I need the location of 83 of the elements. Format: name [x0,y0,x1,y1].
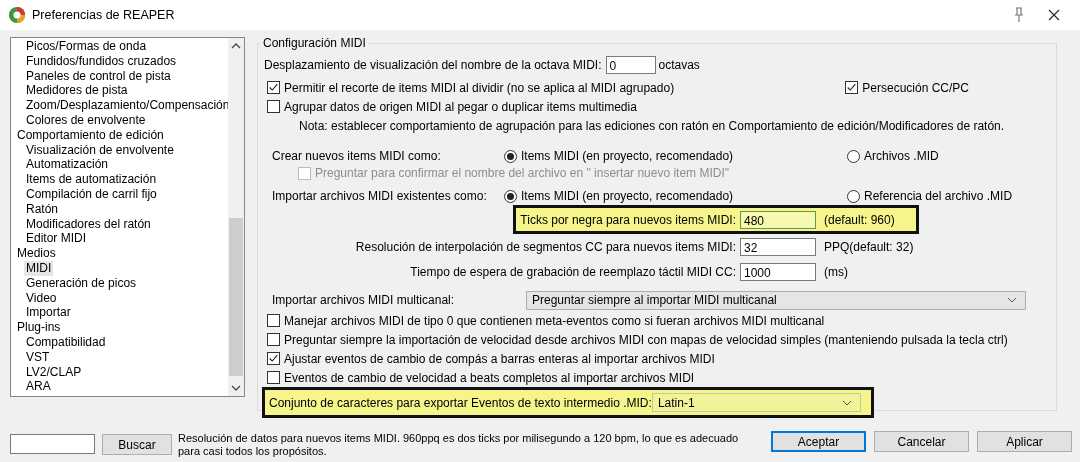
tree-item[interactable]: Comportamiento de edición [15,127,166,143]
radio-label: Items MIDI (en proyecto, recomendado) [521,149,734,163]
tree-item[interactable]: Picos/Formas de onda [24,39,149,54]
unit-label: octavas [658,58,700,72]
checkbox-label: Permitir el recorte de items MIDI al dividir (no se aplica al MIDI agrupado) [284,80,675,95]
window-title: Preferencias de REAPER [32,8,175,22]
note-text: Nota: establecer comportamiento de agrupación para las ediciones con ratón en Comportamiento de edición/Modificadores de ratón. [299,118,1005,133]
checkbox-label: Ajustar eventos de cambio de compás a barras enteras al importar archivos MIDI [284,351,715,366]
tree-item[interactable]: Items de automatización [24,172,159,187]
tree-item[interactable]: Video [24,290,59,306]
checkbox[interactable] [267,352,280,365]
tree-item[interactable]: Medidores de pista [24,83,130,99]
checkbox[interactable] [267,371,280,384]
radio-button[interactable] [504,189,517,203]
tree-item[interactable]: Compatibilidad [24,334,108,350]
radio-button[interactable] [847,149,860,163]
checkbox[interactable] [845,81,859,94]
tree-item[interactable]: Zoom/Desplazamiento/Compensación [24,98,228,113]
input-field[interactable]: 32 [740,237,816,256]
field-label: Resolución de interpolación de segmentos CC para nuevos items MIDI: [354,239,737,254]
checkbox[interactable] [267,333,280,346]
checkbox[interactable] [267,314,280,327]
chevron-up-icon[interactable] [231,43,241,49]
field-label: Ticks por negra para nuevos items MIDI: [519,212,737,227]
checkbox[interactable] [267,100,280,113]
input-field[interactable]: 480 [740,210,816,229]
search-field[interactable] [10,434,95,454]
tree-item[interactable]: Colores de envolvente [24,113,148,128]
checkbox[interactable] [267,81,280,94]
group-title: Configuración MIDI [262,36,367,50]
scrollbar[interactable] [228,38,244,396]
tree-item[interactable]: MIDI [24,260,54,276]
tree-item[interactable]: Medios [15,246,58,261]
radio-label: Archivos .MID [864,149,939,163]
chevron-down-icon [842,399,852,406]
dropdown[interactable]: Preguntar siempre al importar MIDI multicanal [526,290,1026,310]
checkbox-label: Eventos de cambio de velocidad a beats completos al importar archivos MIDI [284,370,695,385]
tree-item[interactable]: ARA [24,379,53,395]
close-icon[interactable] [1048,9,1060,21]
checkbox-label: Preguntar siempre la importación de velocidad desde archivos MIDI con mapas de velocidad simples (manteniendo pulsada la tecla ctrl) [284,332,1008,347]
field-label: Importar archivos MIDI existentes como: [272,189,488,203]
tree-item[interactable]: Paneles de control de pista [24,68,173,84]
radio-button[interactable] [847,189,860,203]
dialog-button[interactable]: Aceptar [771,431,866,452]
chevron-down-icon[interactable] [231,385,241,391]
tree-item[interactable]: Automatización [24,157,111,173]
tree-item[interactable]: Compilación de carril fijo [24,186,159,202]
search-button[interactable]: Buscar [102,434,172,455]
tree-item[interactable]: VST [24,349,52,365]
checkbox-label: Persecución CC/PC [862,80,969,95]
scrollbar-thumb[interactable] [229,218,243,376]
tree-item[interactable]: Generación de picos [24,275,139,291]
checkbox-label: Manejar archivos MIDI de tipo 0 que contienen meta-eventos como si fueran archivos MIDI multicanal [284,313,825,328]
field-label: Conjunto de caracteres para exportar Eventos de texto intermedio .MID: [269,395,652,410]
radio-label: Items MIDI (en proyecto, recomendado) [521,189,734,203]
field-label: Tiempo de espera de grabación de reemplazo táctil MIDI CC: [409,264,737,279]
checkbox-label: Agrupar datos de origen MIDI al pegar o duplicar items multimedia [284,99,637,114]
tree-item[interactable]: Modificadores del ratón [24,216,153,232]
tree-item[interactable]: Ratón [24,201,61,217]
tree-item[interactable]: LV2/CLAP [24,364,84,380]
field-label: Desplazamiento de visualización del nombre de la octava MIDI: [264,58,602,72]
input-field[interactable]: 1000 [740,262,816,281]
tree-item[interactable]: Importar [24,305,73,321]
field-label: Importar archivos MIDI multicanal: [272,293,456,307]
tree-item[interactable]: Fundidos/fundidos cruzados [24,53,179,69]
field-label: Crear nuevos items MIDI como: [272,149,442,163]
logo-icon [8,6,26,24]
dialog-button[interactable]: Cancelar [874,431,969,452]
checkbox-label: Preguntar para confirmar el nombre del archivo en " insertar nuevo item MIDI" [315,166,730,180]
chevron-down-icon [1007,297,1017,303]
tree-item[interactable]: Plug-ins [15,320,63,335]
radio-button[interactable] [504,149,517,163]
dropdown[interactable]: Latin-1 [651,393,861,412]
pin-icon[interactable] [1012,7,1026,23]
suffix-label: (ms) [823,264,849,279]
dialog-button[interactable]: Aplicar [977,431,1072,452]
tree-item[interactable]: Editor MIDI [24,231,88,247]
suffix-label: (default: 960) [823,212,896,227]
tree-item[interactable]: Visualización de envolvente [24,142,176,158]
suffix-label: PPQ(default: 32) [823,239,915,254]
radio-label: Referencia del archivo .MID [864,189,1013,203]
help-text: Resolución de datos para nuevos items MIDI. 960ppq es dos ticks por milisegundo a 120 bpm, lo que es adecuado para casi todos los propósitos. [178,432,740,458]
input-field[interactable]: 0 [605,56,656,74]
